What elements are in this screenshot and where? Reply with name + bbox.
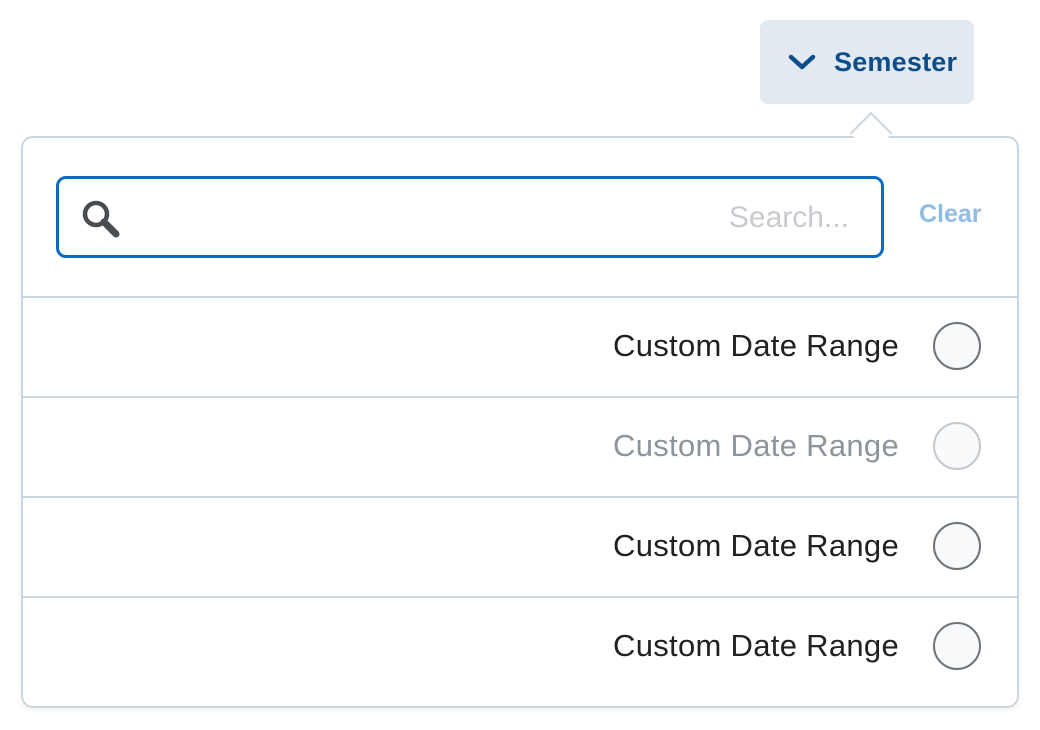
clear-button[interactable]: Clear <box>919 200 982 229</box>
option-row[interactable]: Custom Date Range <box>23 496 1017 596</box>
option-row[interactable]: Custom Date Range <box>23 596 1017 696</box>
semester-filter-button[interactable]: Semester <box>760 20 974 104</box>
option-list: Custom Date Range Custom Date Range Cust… <box>23 296 1017 696</box>
option-label: Custom Date Range <box>613 528 899 563</box>
option-radio[interactable] <box>933 622 981 670</box>
filter-dropdown: Clear Custom Date Range Custom Date Rang… <box>21 136 1019 708</box>
option-radio[interactable] <box>933 322 981 370</box>
page: Semester Clear Custom Date Range Custom … <box>0 0 1040 730</box>
option-label: Custom Date Range <box>613 328 899 363</box>
option-label: Custom Date Range <box>613 428 899 463</box>
option-label: Custom Date Range <box>613 628 899 663</box>
search-input[interactable] <box>139 179 851 257</box>
option-radio <box>933 422 981 470</box>
chevron-down-icon <box>788 54 816 70</box>
search-icon <box>82 200 120 238</box>
option-radio[interactable] <box>933 522 981 570</box>
option-row[interactable]: Custom Date Range <box>23 296 1017 396</box>
search-field[interactable] <box>56 176 884 258</box>
option-row: Custom Date Range <box>23 396 1017 496</box>
semester-filter-label: Semester <box>834 46 958 77</box>
